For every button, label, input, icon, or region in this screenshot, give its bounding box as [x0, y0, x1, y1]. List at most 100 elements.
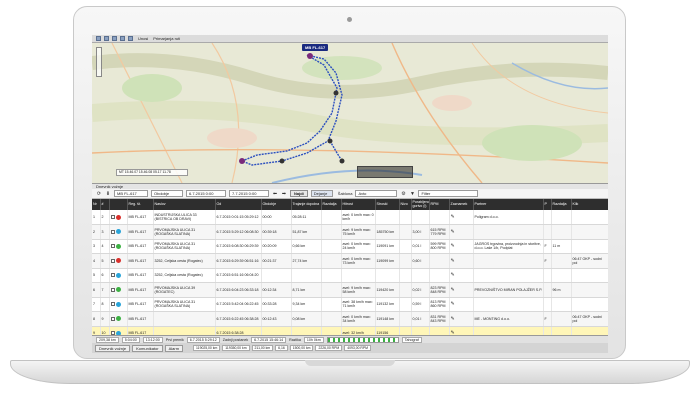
column-header[interactable]: Razdalja — [551, 199, 572, 210]
edit-note-icon[interactable]: ✎ — [449, 268, 474, 283]
column-header[interactable]: Nr — [92, 199, 101, 210]
cell-partner — [473, 326, 544, 335]
cell-hitrost: avel: 0 km/h max: 73 km/h — [341, 253, 376, 269]
date-from-field[interactable]: 6.7.2015 0:00 — [186, 190, 226, 197]
column-header[interactable]: Nivo — [399, 199, 412, 210]
cell-nr: 1 — [92, 210, 101, 225]
cell-p — [543, 326, 552, 335]
column-header[interactable]: P — [543, 199, 552, 210]
column-header[interactable]: Stroski — [375, 199, 400, 210]
cell-klik — [571, 282, 608, 298]
row-checkbox[interactable] — [110, 244, 115, 249]
row-status-icons — [109, 282, 128, 298]
period-select[interactable]: Obdobje — [151, 190, 183, 197]
find-button[interactable]: Najdi — [290, 190, 308, 197]
cell-p — [543, 297, 552, 312]
column-header[interactable]: # — [100, 199, 110, 210]
fleet-app: Unosi Primarjanja ruti MB FL-617 MT 15.4… — [92, 35, 608, 353]
edit-note-icon[interactable]: ✎ — [449, 253, 474, 269]
table-row[interactable]: 6 7 MB FL-617 PRVOMAJSKA ULICA 39 (ROGATEC)… — [92, 282, 608, 298]
measure-icon[interactable] — [128, 36, 133, 41]
table-row[interactable]: 8 9 MB FL-617 6.7.2015 6:22:45 06:38:28 00:1… — [92, 311, 608, 327]
cell-raz — [321, 282, 342, 298]
vehicle-map-label[interactable]: MB FL-617 — [302, 44, 329, 51]
arrow-down-icon[interactable]: ⬇ — [105, 191, 111, 197]
table-row[interactable]: 5 6 MB FL-617 3252, Celjska cesta (Rogatec)… — [92, 268, 608, 283]
table-row[interactable]: 1 2 MB FL-617 INDUSTRIJSKA ULICA 33 (BISTRI… — [92, 210, 608, 225]
filter-icon[interactable]: ▼ — [409, 191, 415, 197]
edit-note-icon[interactable]: ✎ — [449, 210, 474, 225]
edit-note-icon[interactable]: ✎ — [449, 224, 474, 240]
column-header[interactable]: Razdalja — [321, 199, 342, 210]
cell-rpm: 599 RPM 800 RPM — [429, 239, 450, 254]
table-row[interactable]: 3 4 MB FL-617 PRVOMAJSKA ULICA 31 (ROGAŠKA … — [92, 239, 608, 254]
cell-str — [375, 268, 400, 283]
layers-icon[interactable] — [112, 36, 117, 41]
cell-traj: 8,71 km — [291, 282, 322, 298]
cell-addr: INDUSTRIJSKA ULICA 33 (BISTRICA OB DRAVI… — [153, 210, 216, 225]
table-row[interactable]: 2 3 MB FL-617 PRVOMAJSKA ULICA 31 (ROGAŠKA … — [92, 224, 608, 240]
column-header[interactable]: RPM — [429, 199, 450, 210]
cell-n: 4 — [100, 239, 110, 254]
arrow-right-icon[interactable]: ➡ — [281, 191, 287, 197]
cell-traj: 05:28:11 — [291, 210, 322, 225]
difference-label: Razlika — [289, 337, 301, 342]
map-zoom-control[interactable] — [96, 47, 102, 77]
toolbar-link-rute[interactable]: Primarjanja ruti — [153, 36, 180, 41]
row-checkbox[interactable] — [110, 229, 115, 234]
arrow-left-icon[interactable]: ⬅ — [272, 191, 278, 197]
edit-note-icon[interactable]: ✎ — [449, 282, 474, 298]
tab-alarm[interactable]: Alarm — [164, 344, 184, 352]
print-icon[interactable] — [120, 36, 125, 41]
cell-reg: MB FL-617 — [127, 311, 154, 327]
date-to-field[interactable]: 7.7.2015 0:00 — [229, 190, 269, 197]
row-checkbox[interactable] — [110, 287, 115, 292]
column-header[interactable]: Klik — [571, 199, 608, 210]
edit-note-icon[interactable]: ✎ — [449, 326, 474, 335]
difference-value: 10h 0km — [303, 336, 324, 343]
refresh-icon[interactable]: ⟳ — [96, 191, 102, 197]
filter-field[interactable]: Filter — [418, 190, 479, 197]
row-checkbox[interactable] — [110, 258, 115, 263]
row-checkbox[interactable] — [110, 302, 115, 307]
row-checkbox[interactable] — [110, 215, 115, 219]
column-header[interactable]: Naslov — [153, 199, 216, 210]
cell-str: 119156 — [375, 326, 400, 335]
odometer-end: 119350,00 km — [222, 345, 250, 351]
column-header[interactable]: Hitrost — [341, 199, 376, 210]
column-header[interactable]: Od — [215, 199, 262, 210]
tachograph-select[interactable]: Tahograf — [401, 336, 422, 343]
cell-klik — [571, 326, 608, 335]
column-header[interactable]: Trajanje dopolna — [291, 199, 322, 210]
column-header[interactable]: Zaznamek — [449, 199, 474, 210]
zoom-in-icon[interactable] — [96, 36, 101, 41]
column-header[interactable]: Reg. št. — [127, 199, 154, 210]
cell-partner — [473, 297, 544, 312]
map-stop-popup[interactable] — [357, 166, 413, 178]
trips-tab[interactable]: Dejanje — [310, 190, 333, 197]
settings-icon[interactable]: ⚙ — [400, 191, 406, 197]
column-header[interactable] — [109, 199, 128, 210]
activity-timeline[interactable] — [326, 336, 399, 343]
column-header[interactable]: Porabljeno gorivo (l) — [411, 199, 430, 210]
table-row[interactable]: 7 8 MB FL-617 PRVOMAJSKA ULICA 31 (ROGAŠKA … — [92, 297, 608, 312]
edit-note-icon[interactable]: ✎ — [449, 297, 474, 312]
column-header[interactable]: Obdobje — [261, 199, 292, 210]
vehicle-select[interactable]: MB FL-617 — [114, 190, 148, 197]
map-view[interactable]: MB FL-617 MT 15.46.07 15.46.08 05.17 11.… — [92, 43, 608, 183]
edit-note-icon[interactable]: ✎ — [449, 239, 474, 254]
cell-hitrost: avel: 32 km/h — [341, 326, 376, 335]
row-checkbox[interactable] — [110, 316, 115, 321]
column-header[interactable]: Partner — [473, 199, 544, 210]
tab-communicator[interactable]: Komunikator — [132, 344, 163, 352]
tab-trip-log[interactable]: Dnevnik vožnje — [95, 344, 131, 352]
cell-addr: 3252, Celjska cesta (Rogatec) — [153, 268, 216, 283]
table-row[interactable]: 4 5 MB FL-617 3252, Celjska cesta (Rogatec)… — [92, 253, 608, 269]
zoom-out-icon[interactable] — [104, 36, 109, 41]
cell-partner: ME - MONTING d.o.o. — [473, 311, 544, 327]
table-row[interactable]: 9 10 MB FL-617 6.7.2015 6:38:28 avel: 32 km/… — [92, 326, 608, 335]
template-select[interactable]: Avto — [355, 190, 398, 197]
edit-note-icon[interactable]: ✎ — [449, 311, 474, 327]
toolbar-link-unosi[interactable]: Unosi — [138, 36, 148, 41]
row-checkbox[interactable] — [110, 273, 115, 278]
